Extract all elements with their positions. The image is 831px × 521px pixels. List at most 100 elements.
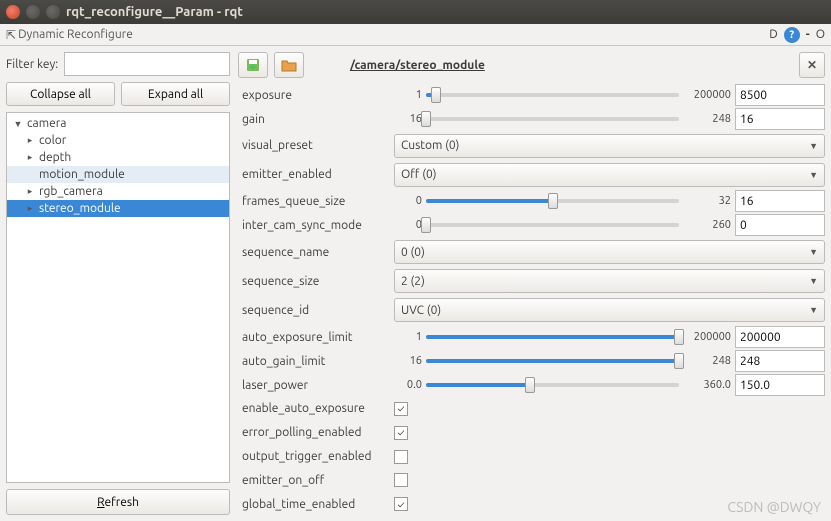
tree-item-rgb-camera[interactable]: ▸ rgb_camera (7, 183, 229, 200)
save-icon (245, 57, 261, 73)
param-dropdown[interactable]: Off (0)▼ (394, 163, 825, 187)
help-button[interactable]: ? (784, 27, 800, 43)
tree-item-camera[interactable]: ▼ camera (7, 115, 229, 132)
param-row-error-polling-enabled: error_polling_enabled ✓ (238, 422, 825, 444)
param-value-input[interactable] (735, 108, 825, 130)
param-value-input[interactable] (735, 374, 825, 396)
slider-thumb[interactable] (674, 353, 684, 369)
node-tree[interactable]: ▼ camera ▸color▸depth motion_module ▸ rgb_c… (6, 112, 230, 483)
param-slider[interactable] (426, 111, 679, 127)
param-row-auto-gain-limit: auto_gain_limit16248 (238, 350, 825, 372)
window-title: rqt_reconfigure__Param - rqt (66, 5, 243, 19)
chevron-down-icon: ▼ (809, 170, 818, 180)
param-slider[interactable] (426, 193, 679, 209)
tree-item-motion-module[interactable]: motion_module (7, 166, 229, 183)
param-label: emitter_enabled (238, 168, 390, 181)
param-value-input[interactable] (735, 84, 825, 106)
param-min: 1 (394, 89, 422, 101)
node-path: /camera/stereo_module (310, 59, 793, 72)
param-slider[interactable] (426, 377, 679, 393)
chevron-right-icon[interactable]: ▸ (25, 135, 35, 146)
param-label: sequence_id (238, 304, 390, 317)
chevron-down-icon[interactable]: ▼ (13, 119, 23, 129)
param-dropdown[interactable]: 0 (0)▼ (394, 240, 825, 264)
popout-icon[interactable]: ⇱ (6, 28, 16, 42)
param-slider[interactable] (426, 217, 679, 233)
chevron-right-icon[interactable]: ▸ (25, 186, 35, 197)
param-min: 0 (394, 195, 422, 207)
chevron-down-icon: ▼ (809, 305, 818, 315)
param-value-input[interactable] (735, 326, 825, 348)
filter-input[interactable] (64, 52, 230, 76)
param-max: 360.0 (683, 379, 731, 391)
param-checkbox[interactable]: ✓ (394, 497, 408, 511)
param-max: 260 (683, 219, 731, 231)
param-row-inter-cam-sync-mode: inter_cam_sync_mode0260 (238, 214, 825, 236)
param-slider[interactable] (426, 329, 679, 345)
slider-thumb[interactable] (525, 377, 535, 393)
param-label: frames_queue_size (238, 195, 390, 208)
param-row-enable-auto-exposure: enable_auto_exposure ✓ (238, 398, 825, 420)
tree-item-stereo-module[interactable]: ▸stereo_module (7, 200, 229, 217)
slider-thumb[interactable] (421, 217, 431, 233)
param-label: auto_exposure_limit (238, 331, 390, 344)
dropdown-value: 2 (2) (401, 275, 425, 288)
param-checkbox[interactable]: ✓ (394, 426, 408, 440)
param-label: error_polling_enabled (238, 426, 390, 439)
param-value-input[interactable] (735, 190, 825, 212)
param-max: 200000 (683, 89, 731, 101)
chevron-right-icon[interactable]: ▸ (25, 152, 35, 163)
expand-all-button[interactable]: Expand all (121, 82, 230, 106)
param-row-sequence-size: sequence_size2 (2)▼ (238, 268, 825, 295)
param-label: visual_preset (238, 139, 390, 152)
folder-icon (281, 58, 297, 72)
param-label: enable_auto_exposure (238, 402, 390, 415)
param-value-input[interactable] (735, 214, 825, 236)
param-row-auto-exposure-limit: auto_exposure_limit 1 200000 (238, 326, 825, 348)
chevron-right-icon[interactable]: ▸ (25, 203, 35, 214)
window-maximize-button[interactable] (46, 5, 60, 19)
slider-thumb[interactable] (421, 111, 431, 127)
param-dropdown[interactable]: 2 (2) ▼ (394, 269, 825, 293)
chevron-down-icon: ▼ (809, 276, 818, 286)
param-checkbox[interactable] (394, 473, 408, 487)
window-minimize-button[interactable] (26, 5, 40, 19)
param-row-gain: gain16248 (238, 108, 825, 130)
collapse-all-button[interactable]: Collapse all (6, 82, 115, 106)
param-row-emitter-enabled: emitter_enabled Off (0)▼ (238, 161, 825, 188)
panel-title: ⇱ Dynamic Reconfigure (6, 28, 133, 42)
tree-item-color[interactable]: ▸color (7, 132, 229, 149)
window-close-button[interactable] (6, 5, 20, 19)
slider-thumb[interactable] (431, 87, 441, 103)
param-slider[interactable] (426, 353, 679, 369)
parameter-list: exposure1200000gain16248visual_presetCus… (238, 84, 825, 515)
slider-thumb[interactable] (548, 193, 558, 209)
param-slider[interactable] (426, 87, 679, 103)
param-min: 1 (394, 331, 422, 343)
window-titlebar: rqt_reconfigure__Param - rqt (0, 0, 831, 24)
param-dropdown[interactable]: Custom (0)▼ (394, 134, 825, 158)
param-checkbox[interactable] (394, 450, 408, 464)
tree-item-label: rgb_camera (39, 185, 103, 198)
param-value-input[interactable] (735, 350, 825, 372)
param-row-laser-power: laser_power0.0360.0 (238, 374, 825, 396)
param-max: 200000 (683, 331, 731, 343)
param-dropdown[interactable]: UVC (0)▼ (394, 298, 825, 322)
refresh-button[interactable]: Refresh (6, 489, 230, 515)
param-checkbox[interactable]: ✓ (394, 402, 408, 416)
dropdown-value: Custom (0) (401, 139, 459, 152)
open-icon-button[interactable] (274, 52, 304, 78)
tree-item-label: motion_module (39, 168, 125, 181)
param-row-output-trigger-enabled: output_trigger_enabled (238, 446, 825, 468)
minus-button[interactable]: - (806, 28, 810, 41)
param-label: sequence_name (238, 246, 390, 259)
param-label: emitter_on_off (238, 474, 390, 487)
panel-header: ⇱ Dynamic Reconfigure D ? - O (0, 24, 831, 46)
close-panel-button[interactable]: ✕ (799, 52, 825, 78)
param-row-visual-preset: visual_preset Custom (0)▼ (238, 132, 825, 159)
param-min: 0.0 (394, 379, 422, 391)
tree-item-depth[interactable]: ▸depth (7, 149, 229, 166)
slider-thumb[interactable] (674, 329, 684, 345)
circle-button[interactable]: O (816, 28, 825, 41)
save-icon-button[interactable] (238, 52, 268, 78)
